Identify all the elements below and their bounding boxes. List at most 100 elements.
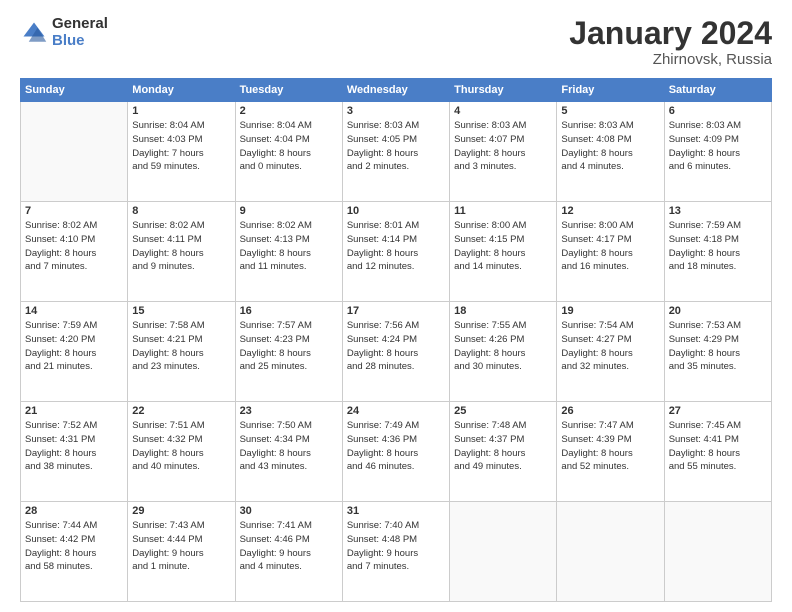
cell-w3-d3: 16 Sunrise: 7:57 AMSunset: 4:23 PMDayligh… bbox=[235, 302, 342, 402]
cell-w3-d5: 18Sunrise: 7:55 AMSunset: 4:26 PMDayligh… bbox=[450, 302, 557, 402]
day-number: 23 bbox=[240, 405, 338, 417]
title-location: Zhirnovsk, Russia bbox=[569, 51, 772, 68]
cell-w4-d5: 25Sunrise: 7:48 AMSunset: 4:37 PMDayligh… bbox=[450, 402, 557, 502]
cell-w2-d6: 12 Sunrise: 8:00 AMSunset: 4:17 PMDayligh… bbox=[557, 202, 664, 302]
day-number: 20 bbox=[669, 305, 767, 317]
week-row-5: 28 Sunrise: 7:44 AMSunset: 4:42 PMDayligh… bbox=[21, 502, 772, 602]
day-number: 11 bbox=[454, 205, 552, 217]
day-number: 15 bbox=[132, 305, 230, 317]
cell-w3-d1: 14Sunrise: 7:59 AMSunset: 4:20 PMDayligh… bbox=[21, 302, 128, 402]
day-info: Sunrise: 7:54 AMSunset: 4:27 PMDaylight:… bbox=[561, 319, 659, 374]
day-info: Sunrise: 7:55 AMSunset: 4:26 PMDaylight:… bbox=[454, 319, 552, 374]
day-info: Sunrise: 7:44 AMSunset: 4:42 PMDaylight:… bbox=[25, 519, 123, 574]
header: General Blue January 2024 Zhirnovsk, Rus… bbox=[20, 16, 772, 68]
cell-w1-d7: 6Sunrise: 8:03 AMSunset: 4:09 PMDaylight… bbox=[664, 102, 771, 202]
cell-w4-d7: 27Sunrise: 7:45 AMSunset: 4:41 PMDayligh… bbox=[664, 402, 771, 502]
logo-icon bbox=[20, 19, 48, 47]
cell-w1-d3: 2 Sunrise: 8:04 AMSunset: 4:04 PMDaylight… bbox=[235, 102, 342, 202]
calendar-table: Sunday Monday Tuesday Wednesday Thursday… bbox=[20, 78, 772, 602]
cell-w5-d1: 28 Sunrise: 7:44 AMSunset: 4:42 PMDayligh… bbox=[21, 502, 128, 602]
day-info: Sunrise: 7:57 AMSunset: 4:23 PMDaylight:… bbox=[240, 319, 338, 374]
day-info: Sunrise: 8:02 AMSunset: 4:10 PMDaylight:… bbox=[25, 219, 123, 274]
cell-w5-d7 bbox=[664, 502, 771, 602]
page: General Blue January 2024 Zhirnovsk, Rus… bbox=[0, 0, 792, 612]
cell-w5-d5 bbox=[450, 502, 557, 602]
day-info: Sunrise: 8:03 AMSunset: 4:05 PMDaylight:… bbox=[347, 119, 445, 174]
cell-w4-d2: 22 Sunrise: 7:51 AMSunset: 4:32 PMDayligh… bbox=[128, 402, 235, 502]
day-info: Sunrise: 7:56 AMSunset: 4:24 PMDaylight:… bbox=[347, 319, 445, 374]
day-info: Sunrise: 7:40 AMSunset: 4:48 PMDaylight:… bbox=[347, 519, 445, 574]
day-number: 27 bbox=[669, 405, 767, 417]
cell-w3-d7: 20 Sunrise: 7:53 AMSunset: 4:29 PMDayligh… bbox=[664, 302, 771, 402]
cell-w5-d4: 31Sunrise: 7:40 AMSunset: 4:48 PMDayligh… bbox=[342, 502, 449, 602]
day-number: 24 bbox=[347, 405, 445, 417]
day-number: 21 bbox=[25, 405, 123, 417]
day-info: Sunrise: 8:02 AMSunset: 4:13 PMDaylight:… bbox=[240, 219, 338, 274]
col-sunday: Sunday bbox=[21, 79, 128, 102]
cell-w2-d1: 7 Sunrise: 8:02 AMSunset: 4:10 PMDaylight… bbox=[21, 202, 128, 302]
day-number: 19 bbox=[561, 305, 659, 317]
day-number: 13 bbox=[669, 205, 767, 217]
cell-w2-d3: 9Sunrise: 8:02 AMSunset: 4:13 PMDaylight… bbox=[235, 202, 342, 302]
day-info: Sunrise: 8:00 AMSunset: 4:17 PMDaylight:… bbox=[561, 219, 659, 274]
day-info: Sunrise: 7:47 AMSunset: 4:39 PMDaylight:… bbox=[561, 419, 659, 474]
day-info: Sunrise: 7:50 AMSunset: 4:34 PMDaylight:… bbox=[240, 419, 338, 474]
cell-w2-d4: 10Sunrise: 8:01 AMSunset: 4:14 PMDayligh… bbox=[342, 202, 449, 302]
day-info: Sunrise: 7:43 AMSunset: 4:44 PMDaylight:… bbox=[132, 519, 230, 574]
cell-w4-d3: 23 Sunrise: 7:50 AMSunset: 4:34 PMDayligh… bbox=[235, 402, 342, 502]
cell-w4-d6: 26 Sunrise: 7:47 AMSunset: 4:39 PMDayligh… bbox=[557, 402, 664, 502]
day-info: Sunrise: 7:59 AMSunset: 4:18 PMDaylight:… bbox=[669, 219, 767, 274]
day-number: 22 bbox=[132, 405, 230, 417]
col-monday: Monday bbox=[128, 79, 235, 102]
title-block: January 2024 Zhirnovsk, Russia bbox=[569, 16, 772, 68]
col-saturday: Saturday bbox=[664, 79, 771, 102]
week-row-4: 21 Sunrise: 7:52 AMSunset: 4:31 PMDayligh… bbox=[21, 402, 772, 502]
day-info: Sunrise: 8:04 AMSunset: 4:04 PMDaylight:… bbox=[240, 119, 338, 174]
cell-w1-d1 bbox=[21, 102, 128, 202]
cell-w2-d5: 11 Sunrise: 8:00 AMSunset: 4:15 PMDayligh… bbox=[450, 202, 557, 302]
day-info: Sunrise: 7:41 AMSunset: 4:46 PMDaylight:… bbox=[240, 519, 338, 574]
day-number: 4 bbox=[454, 105, 552, 117]
day-info: Sunrise: 8:02 AMSunset: 4:11 PMDaylight:… bbox=[132, 219, 230, 274]
day-number: 2 bbox=[240, 105, 338, 117]
day-info: Sunrise: 7:53 AMSunset: 4:29 PMDaylight:… bbox=[669, 319, 767, 374]
logo-general-text: General bbox=[52, 16, 108, 33]
cell-w5-d6 bbox=[557, 502, 664, 602]
cell-w1-d6: 5 Sunrise: 8:03 AMSunset: 4:08 PMDaylight… bbox=[557, 102, 664, 202]
col-wednesday: Wednesday bbox=[342, 79, 449, 102]
calendar-header-row: Sunday Monday Tuesday Wednesday Thursday… bbox=[21, 79, 772, 102]
day-info: Sunrise: 7:51 AMSunset: 4:32 PMDaylight:… bbox=[132, 419, 230, 474]
day-info: Sunrise: 8:04 AMSunset: 4:03 PMDaylight:… bbox=[132, 119, 230, 174]
cell-w3-d6: 19 Sunrise: 7:54 AMSunset: 4:27 PMDayligh… bbox=[557, 302, 664, 402]
day-number: 28 bbox=[25, 505, 123, 517]
col-friday: Friday bbox=[557, 79, 664, 102]
day-info: Sunrise: 8:03 AMSunset: 4:07 PMDaylight:… bbox=[454, 119, 552, 174]
cell-w4-d1: 21 Sunrise: 7:52 AMSunset: 4:31 PMDayligh… bbox=[21, 402, 128, 502]
day-number: 3 bbox=[347, 105, 445, 117]
day-number: 26 bbox=[561, 405, 659, 417]
cell-w3-d2: 15Sunrise: 7:58 AMSunset: 4:21 PMDayligh… bbox=[128, 302, 235, 402]
cell-w1-d2: 1 Sunrise: 8:04 AMSunset: 4:03 PMDaylight… bbox=[128, 102, 235, 202]
col-tuesday: Tuesday bbox=[235, 79, 342, 102]
day-number: 29 bbox=[132, 505, 230, 517]
week-row-1: 1 Sunrise: 8:04 AMSunset: 4:03 PMDaylight… bbox=[21, 102, 772, 202]
day-number: 5 bbox=[561, 105, 659, 117]
day-number: 16 bbox=[240, 305, 338, 317]
day-info: Sunrise: 7:49 AMSunset: 4:36 PMDaylight:… bbox=[347, 419, 445, 474]
week-row-3: 14Sunrise: 7:59 AMSunset: 4:20 PMDayligh… bbox=[21, 302, 772, 402]
day-info: Sunrise: 8:00 AMSunset: 4:15 PMDaylight:… bbox=[454, 219, 552, 274]
cell-w1-d5: 4 Sunrise: 8:03 AMSunset: 4:07 PMDaylight… bbox=[450, 102, 557, 202]
cell-w5-d2: 29 Sunrise: 7:43 AMSunset: 4:44 PMDayligh… bbox=[128, 502, 235, 602]
col-thursday: Thursday bbox=[450, 79, 557, 102]
day-number: 25 bbox=[454, 405, 552, 417]
cell-w2-d2: 8Sunrise: 8:02 AMSunset: 4:11 PMDaylight… bbox=[128, 202, 235, 302]
title-month: January 2024 bbox=[569, 16, 772, 51]
logo-text: General Blue bbox=[52, 16, 108, 49]
day-info: Sunrise: 8:03 AMSunset: 4:08 PMDaylight:… bbox=[561, 119, 659, 174]
day-number: 12 bbox=[561, 205, 659, 217]
cell-w3-d4: 17Sunrise: 7:56 AMSunset: 4:24 PMDayligh… bbox=[342, 302, 449, 402]
day-info: Sunrise: 7:52 AMSunset: 4:31 PMDaylight:… bbox=[25, 419, 123, 474]
day-number: 7 bbox=[25, 205, 123, 217]
day-number: 1 bbox=[132, 105, 230, 117]
day-info: Sunrise: 8:01 AMSunset: 4:14 PMDaylight:… bbox=[347, 219, 445, 274]
